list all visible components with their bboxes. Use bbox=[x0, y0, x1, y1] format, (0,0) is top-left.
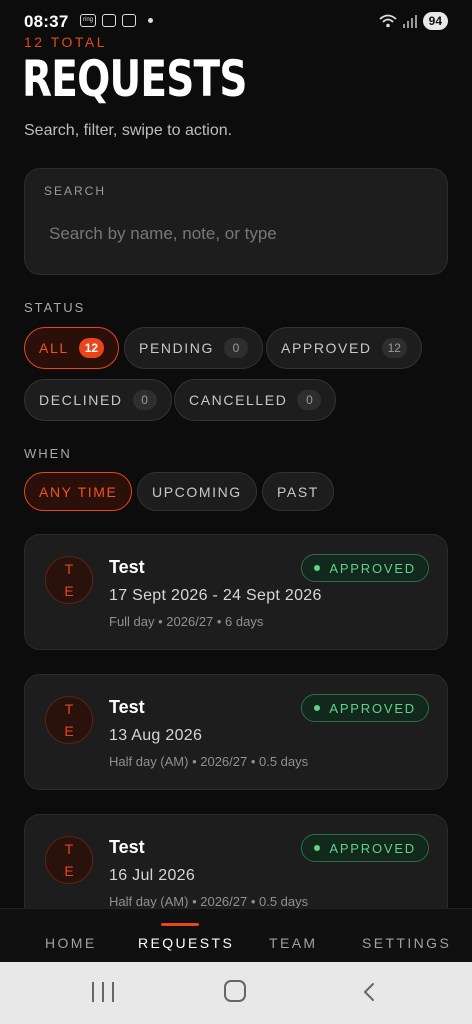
chip-count: 0 bbox=[224, 338, 248, 358]
system-status-icons: 94 bbox=[379, 12, 448, 30]
chip-count: 12 bbox=[78, 338, 105, 358]
filter-chip-pending[interactable]: PENDING 0 bbox=[124, 327, 263, 369]
chip-count: 0 bbox=[297, 390, 322, 410]
status-badge: APPROVED bbox=[301, 694, 429, 722]
request-meta: Full day • 2026/27 • 6 days bbox=[109, 614, 264, 629]
status-badge: APPROVED bbox=[301, 834, 429, 862]
nav-settings[interactable]: SETTINGS bbox=[362, 935, 451, 951]
total-count: 12 TOTAL bbox=[24, 34, 108, 50]
chip-label: APPROVED bbox=[281, 340, 372, 356]
chip-label: PENDING bbox=[139, 340, 214, 356]
system-nav-bar bbox=[0, 962, 472, 1024]
wifi-icon bbox=[379, 14, 397, 28]
status-label: STATUS bbox=[24, 300, 86, 315]
chip-count: 0 bbox=[132, 390, 157, 410]
search-label: SEARCH bbox=[44, 184, 107, 198]
nav-home[interactable]: HOME bbox=[45, 935, 97, 951]
search-box: SEARCH bbox=[24, 168, 448, 275]
status-dot-icon bbox=[314, 565, 321, 571]
avatar: T E bbox=[45, 696, 93, 744]
when-label: WHEN bbox=[24, 446, 72, 461]
requester-name: Test bbox=[109, 697, 145, 717]
chip-label: CANCELLED bbox=[189, 392, 288, 408]
battery-indicator: 94 bbox=[422, 12, 448, 30]
page-title: REQUESTS bbox=[22, 50, 247, 108]
active-tab-indicator bbox=[161, 923, 199, 926]
avatar-initial: E bbox=[64, 723, 74, 739]
status-text: APPROVED bbox=[329, 840, 416, 856]
status-dot-icon bbox=[314, 705, 321, 711]
when-chip-any-time[interactable]: ANY TIME bbox=[24, 472, 133, 511]
search-input[interactable] bbox=[39, 217, 435, 251]
when-chip-upcoming[interactable]: UPCOMING bbox=[137, 472, 257, 511]
when-chip-past[interactable]: PAST bbox=[262, 472, 334, 511]
avatar-initial: E bbox=[64, 863, 74, 879]
avatar: T E bbox=[45, 836, 93, 884]
chip-label: DECLINED bbox=[39, 392, 123, 408]
avatar-initial: E bbox=[64, 583, 74, 599]
avatar-initial: T bbox=[64, 561, 74, 577]
filter-chip-all[interactable]: ALL 12 bbox=[24, 327, 120, 369]
chip-label: ALL bbox=[39, 340, 69, 356]
filter-chip-cancelled[interactable]: CANCELLED 0 bbox=[174, 379, 337, 421]
status-badge: APPROVED bbox=[301, 554, 429, 582]
requester-name: Test bbox=[109, 837, 145, 857]
notification-icons: ring bbox=[80, 14, 153, 27]
recent-apps-icon[interactable] bbox=[92, 982, 114, 1002]
request-meta: Half day (AM) • 2026/27 • 0.5 days bbox=[109, 754, 309, 769]
avatar: T E bbox=[45, 556, 93, 604]
chip-label: PAST bbox=[277, 483, 319, 500]
request-dates: 13 Aug 2026 bbox=[109, 727, 203, 744]
filter-chip-approved[interactable]: APPROVED 12 bbox=[266, 327, 422, 369]
request-meta: Half day (AM) • 2026/27 • 0.5 days bbox=[109, 894, 309, 909]
status-time: 08:37 bbox=[24, 12, 69, 31]
request-card[interactable]: T E Test 13 Aug 2026 Half day (AM) • 202… bbox=[24, 674, 448, 790]
back-icon[interactable] bbox=[358, 980, 382, 1004]
nav-team[interactable]: TEAM bbox=[269, 935, 318, 951]
requester-name: Test bbox=[109, 557, 145, 577]
request-dates: 16 Jul 2026 bbox=[109, 867, 196, 884]
nav-requests[interactable]: REQUESTS bbox=[138, 935, 234, 951]
more-notifications-icon bbox=[148, 18, 153, 23]
status-text: APPROVED bbox=[329, 700, 416, 716]
filter-chip-declined[interactable]: DECLINED 0 bbox=[24, 379, 172, 421]
status-dot-icon bbox=[314, 845, 321, 851]
home-icon[interactable] bbox=[224, 980, 246, 1002]
request-card[interactable]: T E Test 17 Sept 2026 - 24 Sept 2026 Ful… bbox=[24, 534, 448, 650]
avatar-initial: T bbox=[64, 701, 74, 717]
chip-label: ANY TIME bbox=[39, 483, 118, 500]
chip-label: UPCOMING bbox=[152, 483, 242, 500]
screenshot-icon bbox=[102, 14, 116, 27]
avatar-initial: T bbox=[64, 841, 74, 857]
page-subtitle: Search, filter, swipe to action. bbox=[24, 122, 233, 139]
status-text: APPROVED bbox=[329, 560, 416, 576]
signal-icon bbox=[402, 15, 417, 28]
ring-app-icon: ring bbox=[80, 14, 96, 27]
chip-count: 12 bbox=[381, 338, 407, 358]
screen-record-icon bbox=[122, 14, 136, 27]
bottom-nav: HOME REQUESTS TEAM SETTINGS bbox=[0, 908, 472, 962]
request-dates: 17 Sept 2026 - 24 Sept 2026 bbox=[109, 587, 322, 604]
